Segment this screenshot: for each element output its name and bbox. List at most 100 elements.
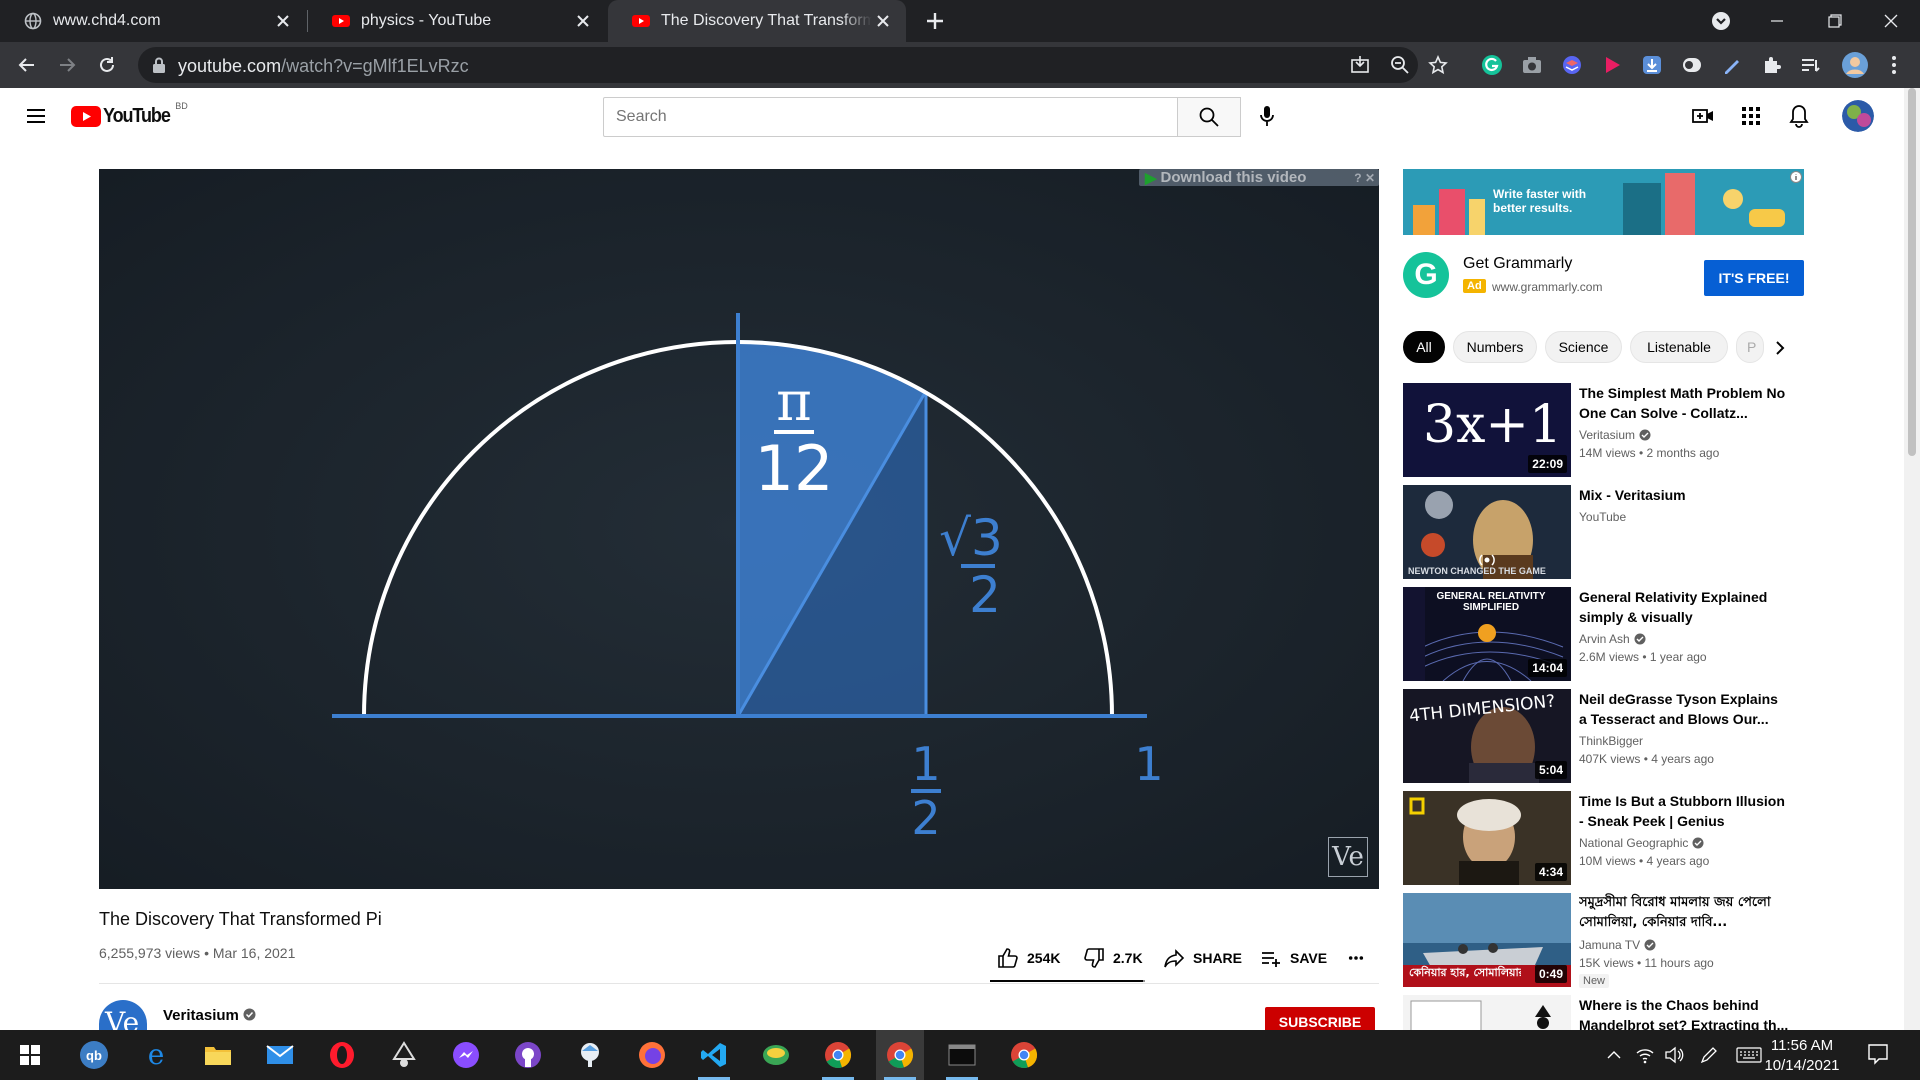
close-tab-icon[interactable]	[872, 10, 894, 32]
taskbar-messenger[interactable]	[442, 1030, 490, 1080]
tab-discovery-pi[interactable]: The Discovery That Transformed Pi - YouT…	[608, 0, 906, 42]
close-tab-icon[interactable]	[272, 10, 294, 32]
pen-extension-icon[interactable]	[1720, 53, 1744, 77]
tab-chd4[interactable]: www.chd4.com	[0, 0, 306, 42]
back-button[interactable]	[12, 50, 42, 80]
dislike-button[interactable]: 2.7K	[1083, 944, 1143, 972]
voice-search-button[interactable]	[1253, 102, 1281, 130]
dark-mode-extension-icon[interactable]	[1680, 53, 1704, 77]
address-bar[interactable]: youtube.com/watch?v=gMlf1ELvRzc	[138, 47, 1448, 83]
download-video-overlay[interactable]: ▶ Download this video ? ✕	[1139, 169, 1379, 187]
apps-button[interactable]	[1737, 102, 1765, 130]
chip-listenable[interactable]: Listenable	[1630, 331, 1728, 363]
channel-name[interactable]: Veritasium	[1579, 428, 1651, 442]
video-title[interactable]: Neil deGrasse Tyson Explains a Tesseract…	[1579, 689, 1789, 729]
save-button[interactable]: SAVE	[1260, 944, 1327, 972]
overlay-buttons[interactable]: ? ✕	[1354, 171, 1375, 185]
puzzle-extensions-icon[interactable]	[1760, 53, 1784, 77]
recommendation-item[interactable]: 3x+1 22:09 The Simplest Math Problem No …	[1403, 383, 1804, 477]
video-thumbnail[interactable]: 4TH DIMENSION? 5:04	[1403, 689, 1571, 783]
subscribe-button[interactable]: SUBSCRIBE	[1265, 1007, 1375, 1030]
more-actions-button[interactable]	[1348, 944, 1372, 972]
taskbar-photos[interactable]	[752, 1030, 800, 1080]
mix-thumbnail[interactable]: NEWTON CHANGED THE GAME	[1403, 485, 1571, 579]
recommendation-item[interactable]: 4:34 Time Is But a Stubborn Illusion - S…	[1403, 791, 1804, 885]
youtube-logo[interactable]: YouTube BD	[71, 101, 188, 128]
video-title[interactable]: সমুদ্রসীমা বিরোধ মামলায় জয় পেলো সোমালি…	[1579, 893, 1789, 933]
new-tab-button[interactable]	[922, 8, 948, 34]
channel-name[interactable]: Veritasium	[163, 1007, 256, 1024]
taskbar-vscode[interactable]	[690, 1030, 738, 1080]
taskbar-qbittorrent[interactable]: qb	[70, 1030, 118, 1080]
taskbar-opera[interactable]	[318, 1030, 366, 1080]
minimize-button[interactable]	[1748, 0, 1806, 42]
close-window-button[interactable]	[1862, 0, 1920, 42]
zoom-icon[interactable]	[1388, 53, 1412, 77]
forward-button[interactable]	[52, 50, 82, 80]
chip-numbers[interactable]: Numbers	[1453, 331, 1537, 363]
pen-tray[interactable]	[1697, 1043, 1721, 1067]
like-button[interactable]: 254K	[997, 944, 1060, 972]
taskbar-chrome-2[interactable]	[876, 1030, 924, 1080]
volume-tray[interactable]	[1662, 1043, 1686, 1067]
share-button[interactable]: SHARE	[1163, 944, 1242, 972]
search-button[interactable]	[1177, 97, 1241, 137]
recommendation-item[interactable]: Where is the Chaos behind Mandelbrot set…	[1403, 995, 1804, 1030]
taskbar-chrome-3[interactable]	[1000, 1030, 1048, 1080]
video-player[interactable]: ▶ Download this video? ✕ π 12 √3 2 1 2 1 …	[99, 169, 1379, 889]
chips-next-button[interactable]	[1768, 336, 1792, 360]
profile-avatar[interactable]	[1840, 50, 1870, 80]
video-title[interactable]: The Simplest Math Problem No One Can Sol…	[1579, 383, 1789, 423]
video-thumbnail[interactable]: কেনিয়ার হার, সোমালিয়ার সমু 0:49	[1403, 893, 1571, 987]
taskbar-terminal[interactable]	[938, 1030, 986, 1080]
install-app-icon[interactable]	[1348, 53, 1372, 77]
taskbar-github[interactable]	[504, 1030, 552, 1080]
ad-cta-button[interactable]: IT'S FREE!	[1704, 260, 1804, 296]
network-tray[interactable]	[1633, 1043, 1657, 1067]
video-thumbnail[interactable]: 3x+1 22:09	[1403, 383, 1571, 477]
show-hidden-icons-button[interactable]	[1602, 1043, 1626, 1067]
play-extension-icon[interactable]	[1600, 53, 1624, 77]
channel-name[interactable]: Arvin Ash	[1579, 632, 1646, 646]
bookmark-star-icon[interactable]	[1426, 53, 1450, 77]
tab-physics-youtube[interactable]: physics - YouTube	[308, 0, 606, 42]
notifications-button[interactable]	[1785, 102, 1813, 130]
video-title[interactable]: Mix - Veritasium	[1579, 485, 1789, 505]
tab-search-button[interactable]	[1692, 0, 1750, 42]
video-thumbnail[interactable]	[1403, 995, 1571, 1030]
reading-list-icon[interactable]	[1798, 53, 1822, 77]
ad-info-icon[interactable]	[1790, 171, 1802, 183]
channel-name[interactable]: YouTube	[1579, 510, 1626, 524]
close-tab-icon[interactable]	[572, 10, 594, 32]
taskbar-chrome-1[interactable]	[814, 1030, 862, 1080]
taskbar-mail[interactable]	[256, 1030, 304, 1080]
channel-name[interactable]: Jamuna TV	[1579, 938, 1656, 952]
download-extension-icon[interactable]	[1640, 53, 1664, 77]
ad-promo[interactable]: G Get Grammarly Ad www.grammarly.com IT'…	[1403, 247, 1804, 303]
video-title[interactable]: Time Is But a Stubborn Illusion - Sneak …	[1579, 791, 1789, 831]
restore-button[interactable]	[1806, 0, 1864, 42]
recommendation-item[interactable]: কেনিয়ার হার, সোমালিয়ার সমু 0:49 সমুদ্র…	[1403, 893, 1804, 993]
taskbar-edge[interactable]: e	[132, 1030, 180, 1080]
camera-extension-icon[interactable]	[1520, 53, 1544, 77]
grammarly-extension-icon[interactable]	[1480, 53, 1504, 77]
chip-all[interactable]: All	[1403, 331, 1445, 363]
page-scrollbar[interactable]	[1904, 88, 1920, 1030]
video-title[interactable]: General Relativity Explained simply & vi…	[1579, 587, 1789, 627]
taskbar-inkscape[interactable]	[380, 1030, 428, 1080]
taskbar-firefox[interactable]	[628, 1030, 676, 1080]
channel-name[interactable]: ThinkBigger	[1579, 734, 1643, 748]
recommendation-item[interactable]: 4TH DIMENSION? 5:04 Neil deGrasse Tyson …	[1403, 689, 1804, 783]
video-title[interactable]: Where is the Chaos behind Mandelbrot set…	[1579, 995, 1789, 1030]
search-input[interactable]	[603, 97, 1178, 137]
ad-banner[interactable]: Write faster with better results.	[1403, 169, 1804, 235]
taskbar-clock[interactable]: 11:56 AM 10/14/2021	[1760, 1036, 1844, 1076]
taskbar-app-bird[interactable]	[566, 1030, 614, 1080]
browser-menu-icon[interactable]	[1882, 53, 1906, 77]
start-button[interactable]	[6, 1030, 54, 1080]
create-video-button[interactable]	[1689, 102, 1717, 130]
channel-avatar[interactable]: Ve	[99, 1000, 147, 1030]
video-thumbnail[interactable]: 4:34	[1403, 791, 1571, 885]
scrollbar-thumb[interactable]	[1908, 88, 1916, 456]
reload-button[interactable]	[92, 50, 122, 80]
